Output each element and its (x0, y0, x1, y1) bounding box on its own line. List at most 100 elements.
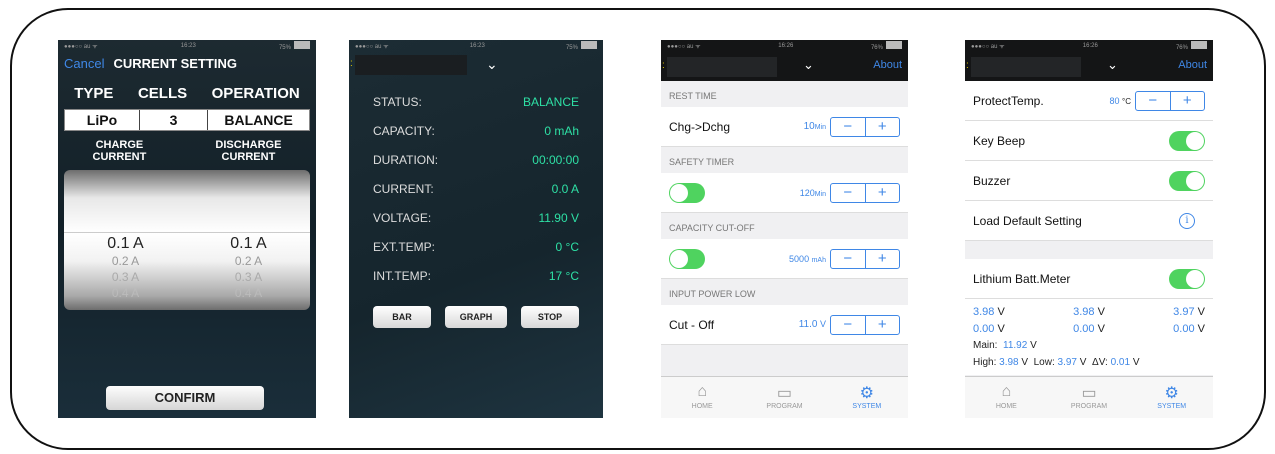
section-safety-timer: SAFETY TIMER (661, 147, 908, 173)
unit: V (1079, 357, 1087, 368)
high-label: High: (973, 357, 997, 368)
chg-dchg-unit: Min (814, 124, 826, 131)
cell-voltage: 3.98 (1073, 305, 1095, 318)
tab-system-label: SYSTEM (1157, 403, 1187, 410)
capacity-label: CAPACITY: (373, 123, 435, 138)
nav-bar: Cancel CURRENT SETTING (58, 51, 316, 75)
key-beep-label: Key Beep (973, 133, 1026, 148)
capacity-row: CAPACITY: 0 mAh (349, 116, 603, 145)
cutoff-stepper[interactable]: − + (830, 314, 900, 335)
capacity-cutoff-stepper[interactable]: − + (830, 248, 900, 269)
minus-button[interactable]: − (831, 183, 866, 202)
charge-current-option[interactable]: 0.3 A (81, 270, 171, 284)
device-dropdown[interactable] (667, 57, 777, 77)
phone-status: ●●●○○ au ᯤ 16:23 75% : ⌄ STATUS: BALANCE CA… (349, 40, 603, 418)
graph-button[interactable]: GRAPH (445, 306, 507, 328)
picker-row[interactable]: 0.3 A 0.3 A (64, 270, 310, 284)
load-default-row[interactable]: Load Default Setting i (965, 201, 1213, 241)
dv-label: ΔV: (1092, 357, 1108, 368)
key-beep-toggle[interactable] (1169, 130, 1205, 151)
discharge-current-option[interactable]: 0.4 A (204, 286, 294, 300)
charge-current-option[interactable]: 0.1 A (81, 235, 171, 253)
high-value: 3.98 (999, 357, 1019, 368)
cutoff-row: Cut - Off 11.0 V − + (661, 305, 908, 345)
tab-program[interactable]: ▭ PROGRAM (1048, 377, 1131, 418)
tab-home[interactable]: ⌂ HOME (661, 377, 743, 418)
chg-dchg-row: Chg->Dchg 10Min − + (661, 107, 908, 147)
current-row: CURRENT: 0.0 A (349, 174, 603, 203)
cancel-button[interactable]: Cancel (64, 56, 104, 71)
charge-current-option[interactable]: 0.4 A (81, 286, 171, 300)
charge-current-label: CHARGE CURRENT (92, 139, 147, 163)
buzzer-toggle[interactable] (1169, 170, 1205, 191)
current-picker[interactable]: 0.1 A 0.1 A 0.2 A 0.2 A 0.3 A 0.3 A 0.4 … (64, 170, 310, 310)
device-dropdown[interactable] (355, 55, 467, 75)
discharge-current-option[interactable]: 0.2 A (204, 254, 294, 268)
chevron-down-icon[interactable]: ⌄ (486, 56, 498, 73)
chevron-down-icon[interactable]: ⌄ (1107, 57, 1118, 73)
bar-button[interactable]: BAR (373, 306, 431, 328)
low-value: 3.97 (1057, 357, 1077, 368)
minus-button[interactable]: − (831, 117, 866, 136)
chg-dchg-stepper[interactable]: − + (830, 116, 900, 137)
safety-timer-row: 120Min − + (661, 173, 908, 213)
capacity-cutoff-toggle[interactable] (669, 248, 705, 269)
status-value: BALANCE (522, 94, 579, 109)
confirm-button[interactable]: CONFIRM (106, 386, 264, 410)
tab-system[interactable]: ⚙ SYSTEM (826, 377, 908, 418)
picker-row-selected[interactable]: 0.1 A 0.1 A (64, 232, 310, 253)
tab-home[interactable]: ⌂ HOME (965, 377, 1048, 418)
unit: V (1197, 305, 1205, 318)
tab-program[interactable]: ▭ PROGRAM (743, 377, 825, 418)
chevron-down-icon[interactable]: ⌄ (803, 57, 814, 73)
section-spacer (965, 241, 1213, 259)
minus-button[interactable]: − (831, 249, 866, 268)
section-capacity-cutoff: CAPACITY CUT-OFF (661, 213, 908, 239)
plus-button[interactable]: + (866, 250, 900, 268)
discharge-current-option[interactable]: 0.1 A (204, 235, 294, 253)
discharge-current-label: DISCHARGE CURRENT (215, 139, 282, 163)
phone-system-settings: ●●●○○ au ᯤ 16:26 76% : ⌄ About ProtectTemp… (965, 40, 1213, 418)
lithium-meter-toggle[interactable] (1169, 268, 1205, 289)
capacity-value: 0 mAh (544, 123, 579, 138)
home-icon: ⌂ (697, 383, 707, 400)
tab-bar: ⌂ HOME ▭ PROGRAM ⚙ SYSTEM (661, 376, 908, 418)
plus-button[interactable]: + (866, 184, 900, 202)
safety-timer-stepper[interactable]: − + (830, 182, 900, 203)
discharge-current-option[interactable]: 0.3 A (204, 270, 294, 284)
device-dropdown[interactable] (971, 57, 1081, 77)
protect-temp-stepper[interactable]: − + (1135, 90, 1205, 111)
status-bar: ●●●○○ au ᯤ 16:26 76% (661, 40, 908, 51)
status-label: STATUS: (373, 94, 422, 109)
protect-temp-value: 80 (1109, 95, 1120, 106)
protect-temp-label: ProtectTemp. (973, 93, 1044, 108)
about-link[interactable]: About (873, 59, 902, 71)
about-link[interactable]: About (1178, 59, 1207, 71)
stop-button[interactable]: STOP (521, 306, 579, 328)
cutoff-value: 11.0 (798, 319, 818, 330)
ext-temp-row: EXT.TEMP: 0 °C (349, 232, 603, 261)
phone-current-setting: ●●●○○ au ᯤ 16:23 75% Cancel CURRENT SETTIN… (58, 40, 316, 418)
operation-value[interactable]: BALANCE (208, 110, 309, 130)
plus-button[interactable]: + (866, 316, 900, 334)
duration-row: DURATION: 00:00:00 (349, 145, 603, 174)
plus-button[interactable]: + (1171, 92, 1205, 110)
cell-voltage: 0.00 (1173, 322, 1195, 335)
gear-icon: ⚙ (1164, 385, 1179, 402)
safety-timer-toggle[interactable] (669, 182, 705, 203)
protect-temp-row: ProtectTemp. 80 °C − + (965, 81, 1213, 121)
key-beep-row: Key Beep (965, 121, 1213, 161)
plus-button[interactable]: + (866, 118, 900, 136)
charge-current-option[interactable]: 0.2 A (81, 254, 171, 268)
info-icon[interactable]: i (1179, 212, 1195, 229)
tab-system[interactable]: ⚙ SYSTEM (1130, 377, 1213, 418)
picker-row[interactable]: 0.4 A 0.4 A (64, 286, 310, 300)
tab-home-label: HOME (691, 403, 713, 410)
cells-value[interactable]: 3 (140, 110, 209, 130)
type-value[interactable]: LiPo (65, 110, 140, 130)
minus-button[interactable]: − (831, 315, 866, 334)
voltage-row: VOLTAGE: 11.90 V (349, 203, 603, 232)
picker-row[interactable]: 0.2 A 0.2 A (64, 254, 310, 268)
indicator-dot: : (966, 60, 969, 71)
minus-button[interactable]: − (1136, 91, 1171, 110)
